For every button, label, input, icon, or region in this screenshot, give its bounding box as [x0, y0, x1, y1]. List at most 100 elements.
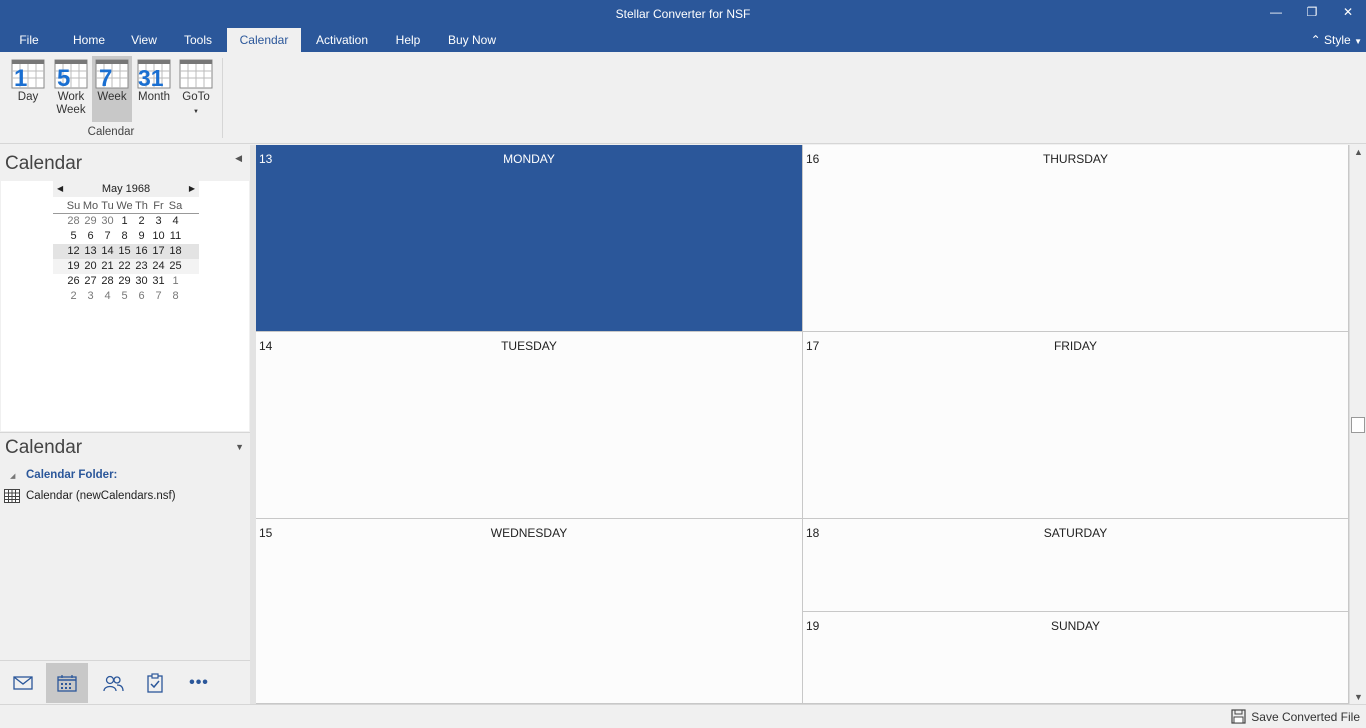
scroll-thumb[interactable] — [1351, 417, 1365, 433]
title-bar: Stellar Converter for NSF — ❐ ✕ — [0, 0, 1366, 28]
date-cell[interactable]: 10 — [150, 229, 167, 244]
expand-triangle-icon[interactable]: ◢ — [10, 472, 15, 480]
date-cell[interactable]: 31 — [150, 274, 167, 289]
bottom-nav: ••• — [0, 660, 250, 704]
day-cell-monday[interactable]: 13 MONDAY — [256, 145, 803, 332]
date-cell[interactable]: 7 — [150, 289, 167, 304]
date-cell[interactable]: 5 — [116, 289, 133, 304]
week-row: 19 20 21 22 23 24 25 — [53, 259, 199, 274]
date-cell[interactable]: 8 — [167, 289, 184, 304]
week-row: 28 29 30 1 2 3 4 — [53, 214, 199, 229]
tab-file[interactable]: File — [10, 28, 48, 52]
date-cell[interactable]: 9 — [133, 229, 150, 244]
tab-buy-now[interactable]: Buy Now — [440, 28, 504, 52]
date-cell[interactable]: 2 — [133, 214, 150, 229]
style-dropdown[interactable]: ⌃ Style ▼ — [1311, 28, 1362, 52]
date-cell[interactable]: 23 — [133, 259, 150, 274]
contacts-icon — [103, 675, 124, 692]
tab-tools[interactable]: Tools — [176, 28, 220, 52]
calendar-week-icon: 7 — [95, 59, 129, 89]
nav-more-button[interactable]: ••• — [178, 663, 220, 703]
date-cell[interactable]: 26 — [65, 274, 82, 289]
nav-calendar-button[interactable] — [46, 663, 88, 703]
calendar-folder-item[interactable]: Calendar (newCalendars.nsf) — [4, 489, 176, 503]
date-cell[interactable]: 19 — [65, 259, 82, 274]
collapse-pane-icon[interactable]: ◀ — [235, 153, 242, 164]
date-cell[interactable]: 25 — [167, 259, 184, 274]
close-icon[interactable]: ✕ — [1336, 4, 1360, 22]
day-cell-friday[interactable]: 17 FRIDAY — [803, 332, 1349, 519]
next-month-icon[interactable]: ▶ — [189, 181, 195, 197]
nav-tasks-button[interactable] — [134, 663, 176, 703]
date-cell[interactable]: 24 — [150, 259, 167, 274]
minimize-icon[interactable]: — — [1264, 4, 1288, 22]
date-cell[interactable]: 13 — [82, 244, 99, 259]
more-icon: ••• — [189, 674, 209, 691]
date-cell[interactable]: 14 — [99, 244, 116, 259]
date-cell[interactable]: 6 — [82, 229, 99, 244]
tab-help[interactable]: Help — [388, 28, 428, 52]
nav-mail-button[interactable] — [2, 663, 44, 703]
goto-label: GoTo — [182, 91, 210, 103]
week-view-button[interactable]: 7 Week — [92, 56, 132, 122]
scroll-up-icon[interactable]: ▲ — [1354, 147, 1363, 157]
date-cell[interactable]: 22 — [116, 259, 133, 274]
vertical-scrollbar[interactable]: ▲ ▼ — [1349, 145, 1366, 704]
date-cell[interactable]: 6 — [133, 289, 150, 304]
date-cell[interactable]: 20 — [82, 259, 99, 274]
chevron-down-icon[interactable]: ▼ — [235, 442, 244, 452]
date-cell[interactable]: 1 — [167, 274, 184, 289]
date-cell[interactable]: 28 — [99, 274, 116, 289]
date-cell[interactable]: 3 — [82, 289, 99, 304]
day-cell-saturday[interactable]: 18 SATURDAY — [803, 519, 1349, 612]
week-row: 5 6 7 8 9 10 11 — [53, 229, 199, 244]
work-week-view-button[interactable]: 5 Work Week — [50, 56, 92, 122]
date-cell[interactable]: 3 — [150, 214, 167, 229]
status-bar: Save Converted File — [0, 704, 1366, 728]
date-cell[interactable]: 5 — [65, 229, 82, 244]
date-cell[interactable]: 8 — [116, 229, 133, 244]
dow-label: Mo — [82, 200, 99, 212]
date-cell[interactable]: 16 — [133, 244, 150, 259]
ribbon-divider — [222, 58, 223, 138]
day-cell-wednesday[interactable]: 15 WEDNESDAY — [256, 519, 803, 704]
tab-activation[interactable]: Activation — [308, 28, 376, 52]
date-cell[interactable]: 2 — [65, 289, 82, 304]
day-name: THURSDAY — [1042, 152, 1109, 166]
date-cell[interactable]: 1 — [116, 214, 133, 229]
date-cell[interactable]: 21 — [99, 259, 116, 274]
day-cell-sunday[interactable]: 19 SUNDAY — [803, 612, 1349, 704]
date-cell[interactable]: 30 — [99, 214, 116, 229]
day-cell-thursday[interactable]: 16 THURSDAY — [803, 145, 1349, 332]
date-cell[interactable]: 28 — [65, 214, 82, 229]
dow-label: We — [116, 200, 133, 212]
save-converted-file-button[interactable]: Save Converted File — [1231, 709, 1360, 724]
date-cell[interactable]: 29 — [82, 214, 99, 229]
date-cell[interactable]: 12 — [65, 244, 82, 259]
svg-text:31: 31 — [138, 65, 164, 89]
prev-month-icon[interactable]: ◀ — [57, 181, 63, 197]
date-cell[interactable]: 15 — [116, 244, 133, 259]
scroll-down-icon[interactable]: ▼ — [1354, 692, 1363, 702]
date-cell[interactable]: 4 — [99, 289, 116, 304]
goto-button[interactable]: GoTo ▼ — [176, 56, 216, 122]
date-cell[interactable]: 18 — [167, 244, 184, 259]
date-cell[interactable]: 30 — [133, 274, 150, 289]
date-cell[interactable]: 17 — [150, 244, 167, 259]
tab-view[interactable]: View — [124, 28, 164, 52]
day-cell-tuesday[interactable]: 14 TUESDAY — [256, 332, 803, 519]
nav-contacts-button[interactable] — [92, 663, 134, 703]
calendar-goto-icon — [179, 59, 213, 89]
tab-home[interactable]: Home — [64, 28, 114, 52]
month-view-button[interactable]: 31 Month — [134, 56, 174, 122]
date-cell[interactable]: 29 — [116, 274, 133, 289]
restore-icon[interactable]: ❐ — [1300, 4, 1324, 22]
date-cell[interactable]: 7 — [99, 229, 116, 244]
day-view-label: Day — [17, 91, 39, 103]
tab-calendar[interactable]: Calendar — [227, 28, 301, 53]
day-view-button[interactable]: 1 Day — [8, 56, 48, 122]
svg-text:5: 5 — [57, 65, 70, 89]
date-cell[interactable]: 27 — [82, 274, 99, 289]
date-cell[interactable]: 11 — [167, 229, 184, 244]
date-cell[interactable]: 4 — [167, 214, 184, 229]
